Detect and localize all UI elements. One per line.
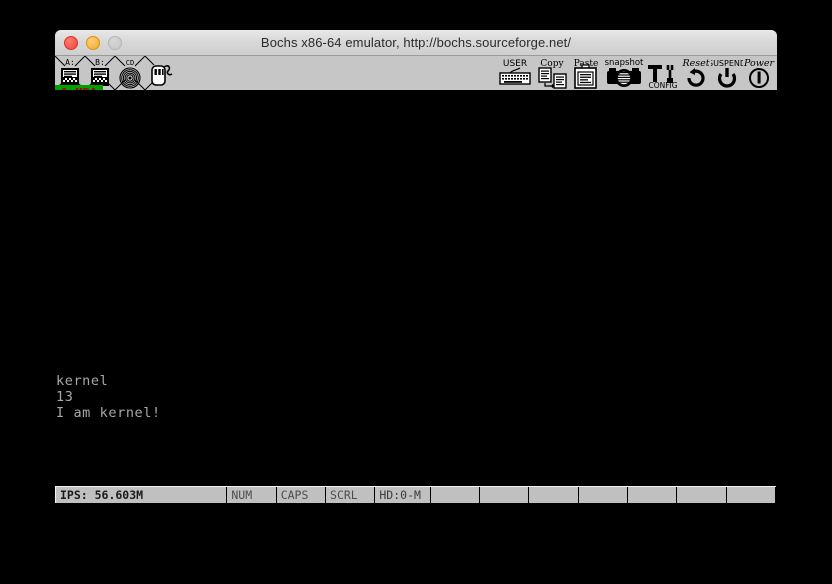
- svg-text:SUSPEND: SUSPEND: [711, 59, 743, 68]
- snapshot-button[interactable]: snapshot: [603, 56, 645, 90]
- status-hd: HD:0-M: [375, 487, 431, 503]
- status-blank-7: [727, 487, 777, 503]
- keyboard-icon: USER: [497, 56, 535, 90]
- svg-text:Power: Power: [743, 58, 775, 69]
- svg-text:Reset: Reset: [681, 58, 709, 69]
- bochs-toolbar: A: B: CD USER Copy Paste snapshot CONFIG…: [55, 56, 777, 90]
- copy-icon: Copy: [535, 56, 569, 90]
- power-icon: Power: [743, 56, 775, 90]
- mouse-icon: [145, 56, 175, 90]
- svg-text:B:: B:: [95, 58, 105, 67]
- minimize-button[interactable]: [86, 35, 100, 50]
- status-blank-2: [480, 487, 530, 503]
- window-titlebar[interactable]: Bochs x86-64 emulator, http://bochs.sour…: [55, 30, 777, 56]
- suspend-button[interactable]: SUSPEND: [711, 56, 743, 90]
- status-blank-1: [431, 487, 480, 503]
- power-button[interactable]: Power: [743, 56, 775, 90]
- svg-text:CONFIG: CONFIG: [648, 81, 677, 90]
- toolbar-right-group: USER Copy Paste snapshot CONFIG Reset US…: [497, 56, 775, 90]
- cdrom-icon: CD: [115, 56, 145, 90]
- svg-text:USER: USER: [503, 59, 527, 69]
- user-button[interactable]: USER: [497, 56, 535, 90]
- bochs-statusbar: IPS: 56.603M NUM CAPS SCRL HD:0-M: [55, 486, 777, 503]
- svg-text:snapshot: snapshot: [605, 58, 644, 68]
- suspend-icon: SUSPEND: [711, 56, 743, 90]
- copy-button[interactable]: Copy: [535, 56, 569, 90]
- status-blank-3: [529, 487, 579, 503]
- desktop-background: Bochs x86-64 emulator, http://bochs.sour…: [0, 0, 832, 584]
- status-blank-4: [579, 487, 628, 503]
- status-ips: IPS: 56.603M: [56, 487, 228, 503]
- status-scroll-lock[interactable]: SCRL: [326, 487, 376, 503]
- close-button[interactable]: [64, 35, 78, 50]
- status-blank-6: [677, 487, 727, 503]
- paste-button[interactable]: Paste: [569, 56, 603, 90]
- svg-text:CD: CD: [126, 59, 134, 67]
- reset-icon: Reset: [681, 56, 711, 90]
- status-num-lock[interactable]: NUM: [227, 487, 277, 503]
- vga-screen-text: kernel 13 I am kernel!: [56, 373, 161, 421]
- tools-icon: CONFIG: [645, 56, 681, 90]
- mouse-button[interactable]: [145, 56, 175, 90]
- cdrom-button[interactable]: CD: [115, 56, 145, 90]
- status-blank-5: [628, 487, 678, 503]
- reset-button[interactable]: Reset: [681, 56, 711, 90]
- bochs-window: Bochs x86-64 emulator, http://bochs.sour…: [55, 30, 777, 90]
- paste-icon: Paste: [569, 56, 603, 90]
- window-title: Bochs x86-64 emulator, http://bochs.sour…: [260, 35, 572, 50]
- maximize-button: [108, 35, 122, 50]
- camera-icon: snapshot: [603, 56, 645, 90]
- window-controls: [64, 35, 122, 50]
- vga-screen[interactable]: kernel 13 I am kernel!: [55, 90, 777, 484]
- config-button[interactable]: CONFIG: [645, 56, 681, 90]
- svg-text:A:: A:: [65, 58, 75, 67]
- status-caps-lock[interactable]: CAPS: [277, 487, 327, 503]
